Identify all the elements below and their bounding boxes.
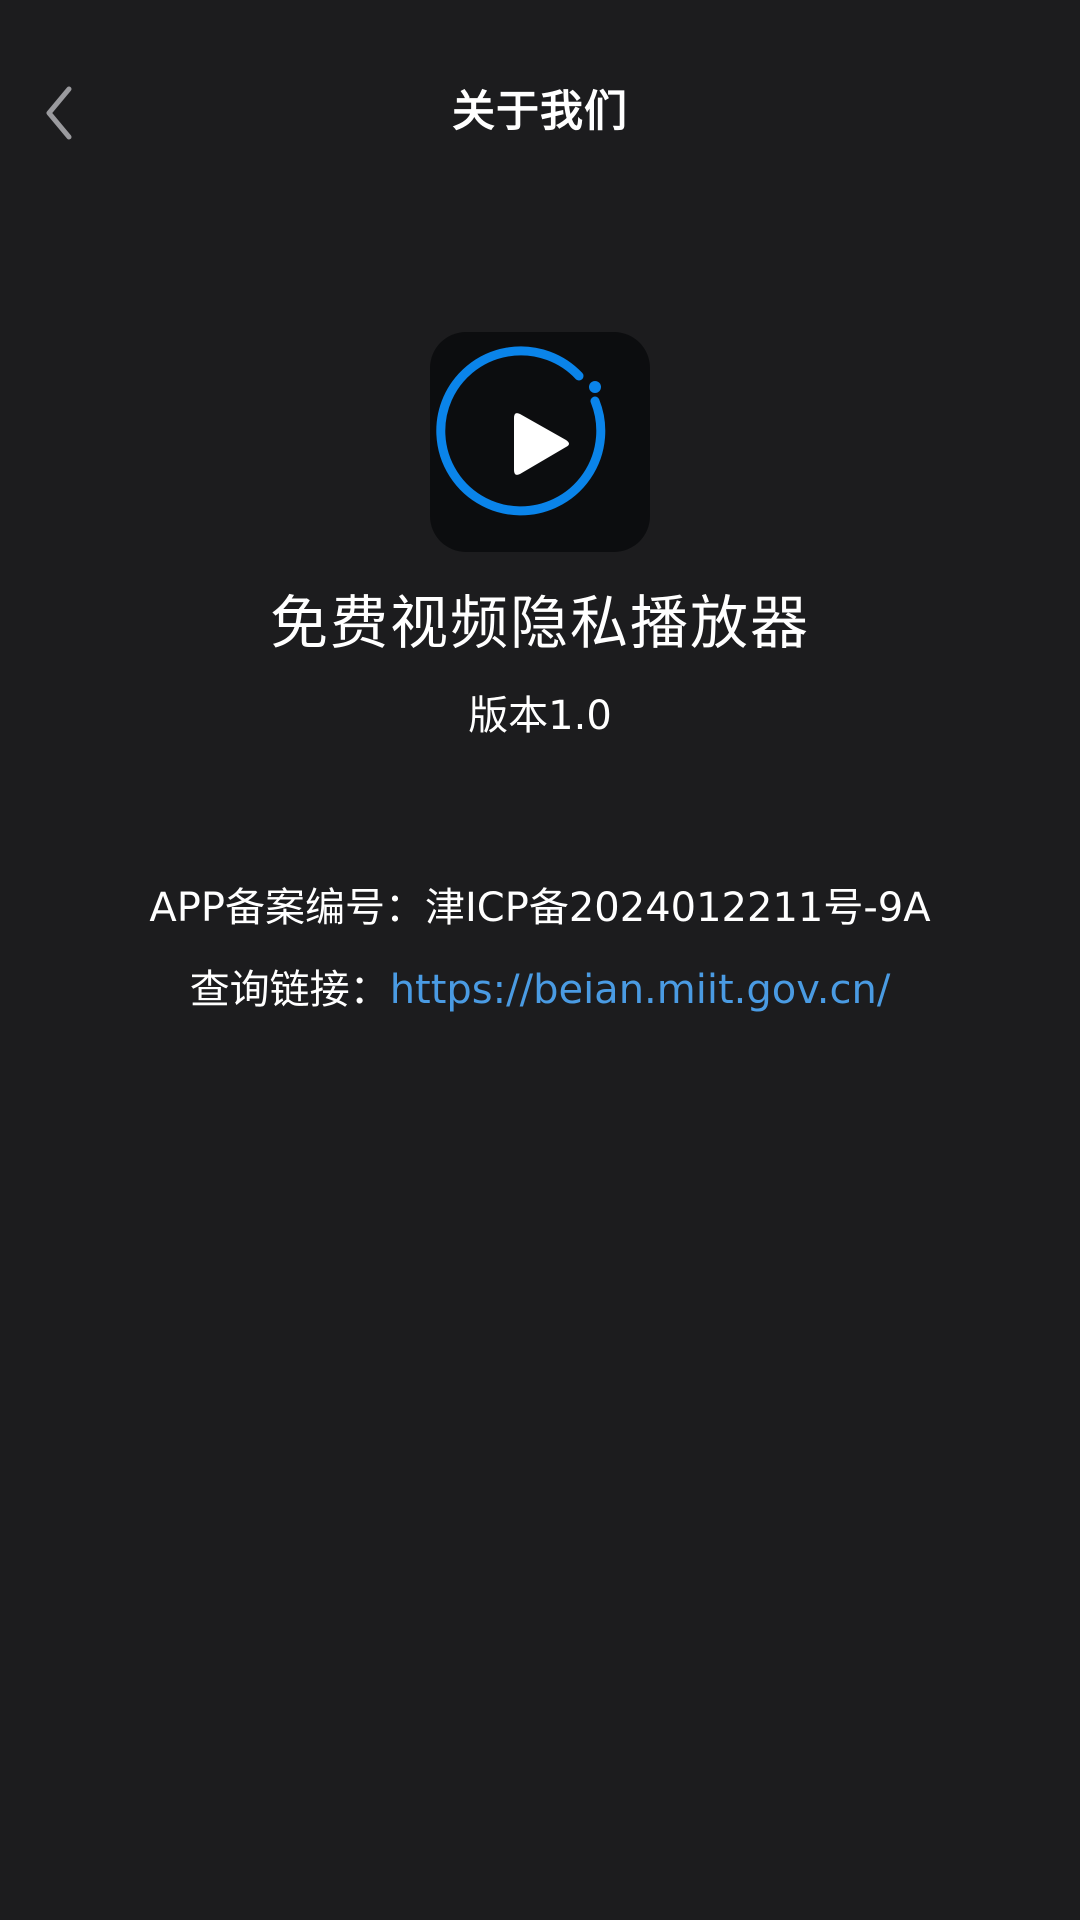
query-link-label: 查询链接： xyxy=(189,967,390,1013)
icp-filing-line: APP备案编号：津ICP备2024012211号-9A xyxy=(0,880,1080,936)
app-icon xyxy=(430,332,650,552)
query-link[interactable]: https://beian.miit.gov.cn/ xyxy=(390,967,891,1013)
app-name: 免费视频隐私播放器 xyxy=(269,589,810,657)
icp-filing-label: APP备案编号： xyxy=(149,885,425,931)
page-title: 关于我们 xyxy=(452,87,628,137)
app-version: 版本1.0 xyxy=(468,693,612,739)
play-circle-icon xyxy=(436,346,606,516)
nav-bar: 关于我们 xyxy=(0,56,1080,168)
icp-filing-number: 津ICP备2024012211号-9A xyxy=(425,885,931,931)
query-link-line: 查询链接：https://beian.miit.gov.cn/ xyxy=(0,962,1080,1018)
